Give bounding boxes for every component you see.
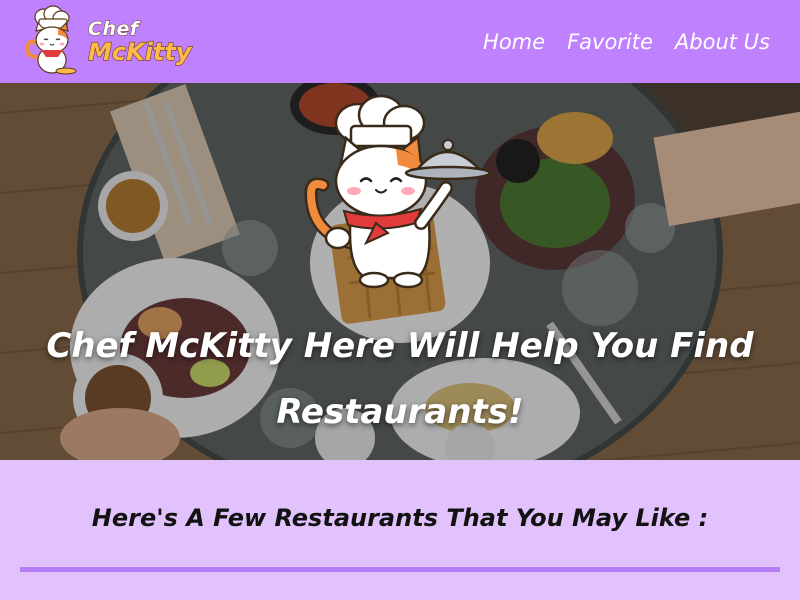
recommendations-section: Here's A Few Restaurants That You May Li… — [0, 460, 800, 600]
brand-name-line1: Chef — [88, 17, 139, 40]
nav-menu: Home Favorite About Us — [483, 30, 770, 54]
brand-logo[interactable]: Chef McKitty — [22, 0, 192, 83]
section-heading: Here's A Few Restaurants That You May Li… — [91, 504, 709, 532]
navbar: Chef McKitty Home Favorite About Us — [0, 0, 800, 83]
nav-link-favorite[interactable]: Favorite — [567, 30, 653, 54]
hero-title: Chef McKitty Here Will Help You Find Res… — [46, 326, 754, 432]
chef-cat-icon — [25, 4, 77, 74]
chef-cat-cloche-icon — [304, 94, 492, 289]
brand-name-line2: McKitty — [87, 37, 192, 66]
nav-link-about-us[interactable]: About Us — [675, 30, 770, 54]
hero-banner: Chef McKitty Here Will Help You Find Res… — [0, 83, 800, 460]
section-divider — [20, 567, 780, 572]
nav-link-home[interactable]: Home — [483, 30, 545, 54]
